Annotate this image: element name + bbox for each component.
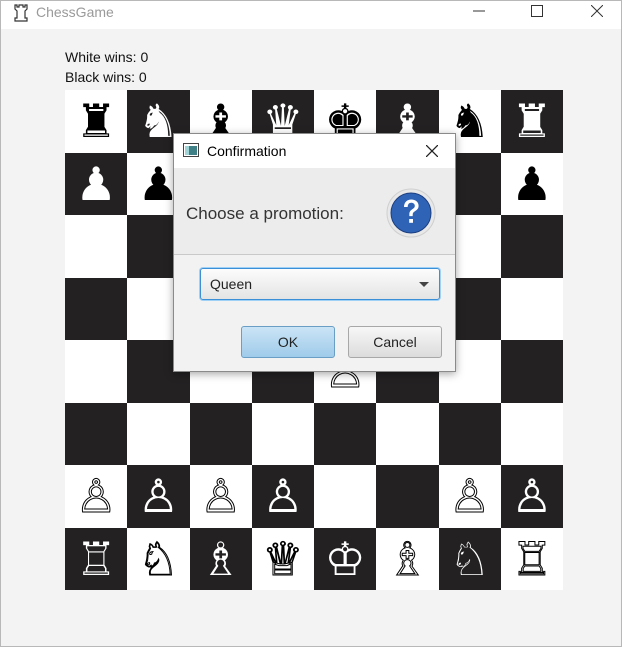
board-square[interactable]	[376, 465, 439, 528]
white-pawn-icon[interactable]: ♙	[138, 473, 179, 519]
close-icon	[426, 145, 438, 157]
maximize-button[interactable]	[514, 1, 560, 21]
board-square[interactable]: ♙	[251, 465, 314, 528]
white-pawn-icon[interactable]: ♙	[75, 473, 117, 520]
board-square[interactable]: ♔	[314, 527, 377, 590]
board-square[interactable]: ♖	[500, 527, 563, 590]
board-square[interactable]: ♙	[189, 465, 252, 528]
board-square[interactable]: ♜	[65, 90, 128, 153]
white-knight-icon[interactable]: ♘	[449, 536, 490, 582]
black-pawn-icon[interactable]: ♟	[76, 161, 117, 207]
board-square[interactable]	[500, 340, 563, 403]
white-pawn-icon[interactable]: ♙	[448, 473, 490, 520]
promotion-dialog: Confirmation Choose a promotion: Queen O…	[173, 133, 456, 372]
board-square[interactable]: ♙	[127, 465, 190, 528]
white-rook-icon[interactable]: ♖	[76, 536, 117, 582]
black-wins-label: Black wins: 0	[65, 69, 147, 85]
board-square[interactable]	[438, 402, 501, 465]
white-pawn-icon[interactable]: ♙	[262, 473, 303, 519]
white-rook-icon[interactable]: ♖	[511, 535, 553, 582]
dialog-close-button[interactable]	[422, 141, 442, 161]
minimize-button[interactable]	[456, 1, 502, 21]
promotion-select[interactable]: Queen	[200, 268, 440, 300]
dialog-titlebar[interactable]: Confirmation	[174, 134, 455, 168]
board-square[interactable]: ♙	[438, 465, 501, 528]
board-square[interactable]	[189, 402, 252, 465]
board-square[interactable]: ♙	[65, 465, 128, 528]
board-square[interactable]: ♙	[500, 465, 563, 528]
dialog-header: Choose a promotion:	[174, 168, 455, 255]
board-square[interactable]	[500, 402, 563, 465]
cancel-button[interactable]: Cancel	[348, 326, 442, 358]
board-square[interactable]	[500, 277, 563, 340]
black-rook-icon[interactable]: ♜	[511, 98, 552, 144]
window-titlebar[interactable]: ChessGame	[1, 1, 621, 29]
board-square[interactable]	[65, 277, 128, 340]
board-square[interactable]: ♟	[500, 152, 563, 215]
black-pawn-icon[interactable]: ♟	[511, 161, 552, 207]
dialog-header-text: Choose a promotion:	[186, 204, 344, 223]
white-pawn-icon[interactable]: ♙	[511, 473, 552, 519]
board-square[interactable]: ♘	[438, 527, 501, 590]
window-title: ChessGame	[36, 4, 114, 20]
minimize-icon	[473, 10, 485, 12]
board-square[interactable]: ♗	[189, 527, 252, 590]
white-bishop-icon[interactable]: ♗	[386, 535, 428, 582]
board-square[interactable]	[65, 340, 128, 403]
board-square[interactable]	[65, 215, 128, 278]
board-square[interactable]: ♖	[65, 527, 128, 590]
board-square[interactable]	[314, 402, 377, 465]
white-king-icon[interactable]: ♔	[325, 536, 366, 582]
board-square[interactable]	[127, 402, 190, 465]
close-icon	[591, 5, 603, 17]
chevron-down-icon	[419, 282, 429, 287]
white-bishop-icon[interactable]: ♗	[200, 536, 241, 582]
board-square[interactable]: ♘	[127, 527, 190, 590]
score-panel: White wins: 0 Black wins: 0	[65, 47, 148, 87]
board-square[interactable]	[376, 402, 439, 465]
board-square[interactable]: ♜	[500, 90, 563, 153]
board-square[interactable]	[500, 215, 563, 278]
board-square[interactable]	[251, 402, 314, 465]
dialog-title: Confirmation	[207, 143, 287, 159]
question-icon	[386, 188, 436, 238]
board-square[interactable]: ♕	[251, 527, 314, 590]
rook-app-icon	[14, 4, 28, 22]
white-knight-icon[interactable]: ♘	[137, 535, 179, 582]
white-queen-icon[interactable]: ♕	[262, 535, 304, 582]
board-square[interactable]: ♟	[65, 152, 128, 215]
board-square[interactable]	[314, 465, 377, 528]
board-square[interactable]	[65, 402, 128, 465]
white-pawn-icon[interactable]: ♙	[199, 473, 241, 520]
close-window-button[interactable]	[574, 1, 620, 21]
black-rook-icon[interactable]: ♜	[76, 98, 117, 144]
white-wins-label: White wins: 0	[65, 49, 149, 65]
ok-button[interactable]: OK	[241, 326, 335, 358]
promotion-select-value: Queen	[210, 276, 253, 292]
maximize-icon	[531, 5, 543, 17]
dialog-window-icon	[183, 143, 199, 157]
board-square[interactable]: ♗	[376, 527, 439, 590]
